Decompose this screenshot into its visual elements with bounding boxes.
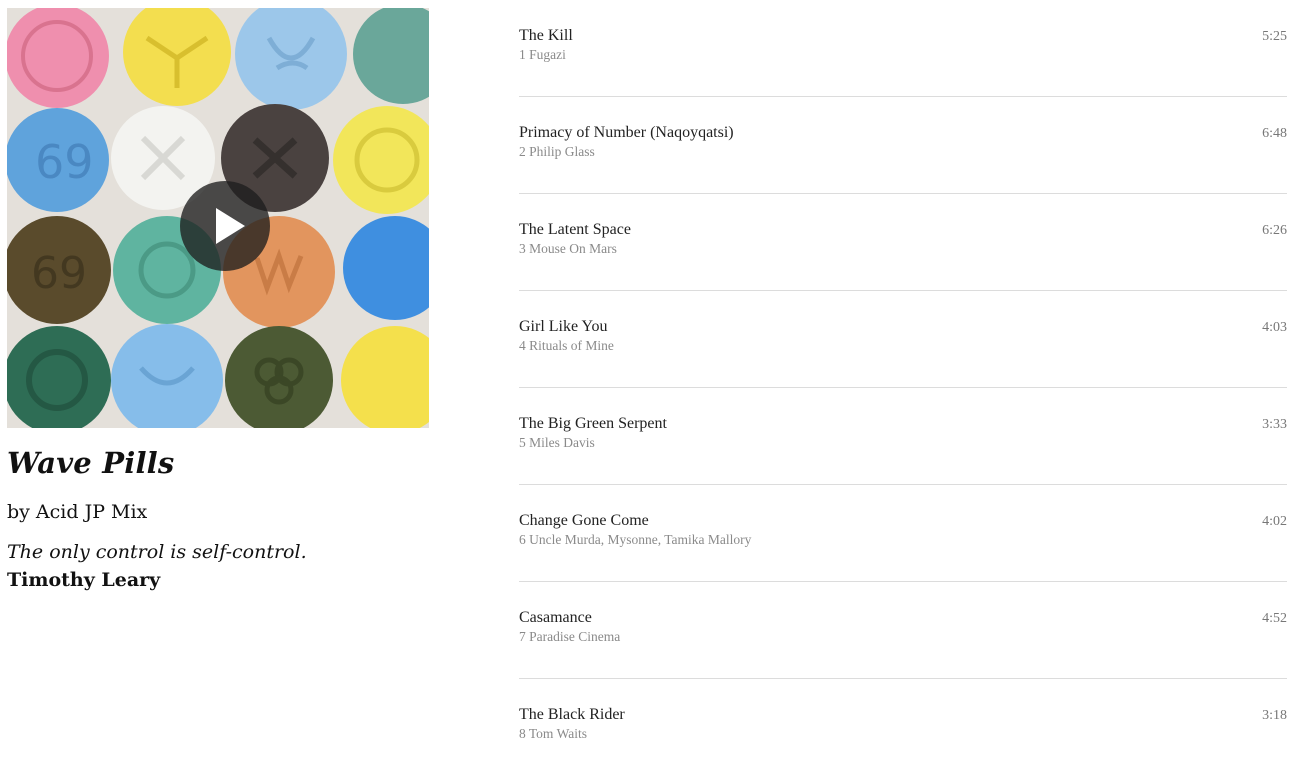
track-duration: 4:03: [1262, 320, 1287, 335]
track-number-artist: 1 Fugazi: [519, 47, 566, 62]
track-row[interactable]: The Black Rider 8 Tom Waits 3:18: [519, 679, 1287, 775]
play-icon: [216, 208, 245, 244]
track-number-artist: 8 Tom Waits: [519, 726, 587, 741]
track-row[interactable]: The Latent Space 3 Mouse On Mars 6:26: [519, 194, 1287, 291]
track-duration: 6:26: [1262, 223, 1287, 238]
play-button[interactable]: [180, 181, 270, 271]
track-duration: 4:02: [1262, 514, 1287, 529]
album-title: Wave Pills: [7, 446, 175, 480]
track-duration: 3:33: [1262, 417, 1287, 432]
track-row[interactable]: Change Gone Come 6 Uncle Murda, Mysonne,…: [519, 485, 1287, 582]
tracklist: The Kill 1 Fugazi 5:25 Primacy of Number…: [519, 0, 1287, 775]
track-row[interactable]: Primacy of Number (Naqoyqatsi) 2 Philip …: [519, 97, 1287, 194]
track-title: Primacy of Number (Naqoyqatsi): [519, 124, 734, 141]
track-number-artist: 5 Miles Davis: [519, 435, 595, 450]
track-title: The Black Rider: [519, 706, 625, 723]
track-row[interactable]: Casamance 7 Paradise Cinema 4:52: [519, 582, 1287, 679]
track-title: The Kill: [519, 27, 573, 44]
track-duration: 6:48: [1262, 126, 1287, 141]
track-title: Change Gone Come: [519, 512, 649, 529]
album-quote: The only control is self-control.: [7, 541, 307, 563]
track-row[interactable]: Girl Like You 4 Rituals of Mine 4:03: [519, 291, 1287, 388]
track-duration: 4:52: [1262, 611, 1287, 626]
track-number-artist: 6 Uncle Murda, Mysonne, Tamika Mallory: [519, 532, 752, 547]
svg-text:69: 69: [35, 135, 94, 189]
track-number-artist: 2 Philip Glass: [519, 144, 595, 159]
track-row[interactable]: The Big Green Serpent 5 Miles Davis 3:33: [519, 388, 1287, 485]
track-number-artist: 7 Paradise Cinema: [519, 629, 621, 644]
album-cover[interactable]: 69 69: [7, 8, 429, 428]
track-duration: 5:25: [1262, 29, 1287, 44]
track-title: Girl Like You: [519, 318, 608, 335]
track-number-artist: 4 Rituals of Mine: [519, 338, 614, 353]
track-number-artist: 3 Mouse On Mars: [519, 241, 617, 256]
quote-author: Timothy Leary: [7, 569, 161, 591]
track-row[interactable]: The Kill 1 Fugazi 5:25: [519, 0, 1287, 97]
track-duration: 3:18: [1262, 708, 1287, 723]
track-title: The Latent Space: [519, 221, 631, 238]
svg-text:69: 69: [31, 248, 87, 299]
track-title: The Big Green Serpent: [519, 415, 667, 432]
album-byline: by Acid JP Mix: [7, 501, 148, 523]
track-title: Casamance: [519, 609, 592, 626]
